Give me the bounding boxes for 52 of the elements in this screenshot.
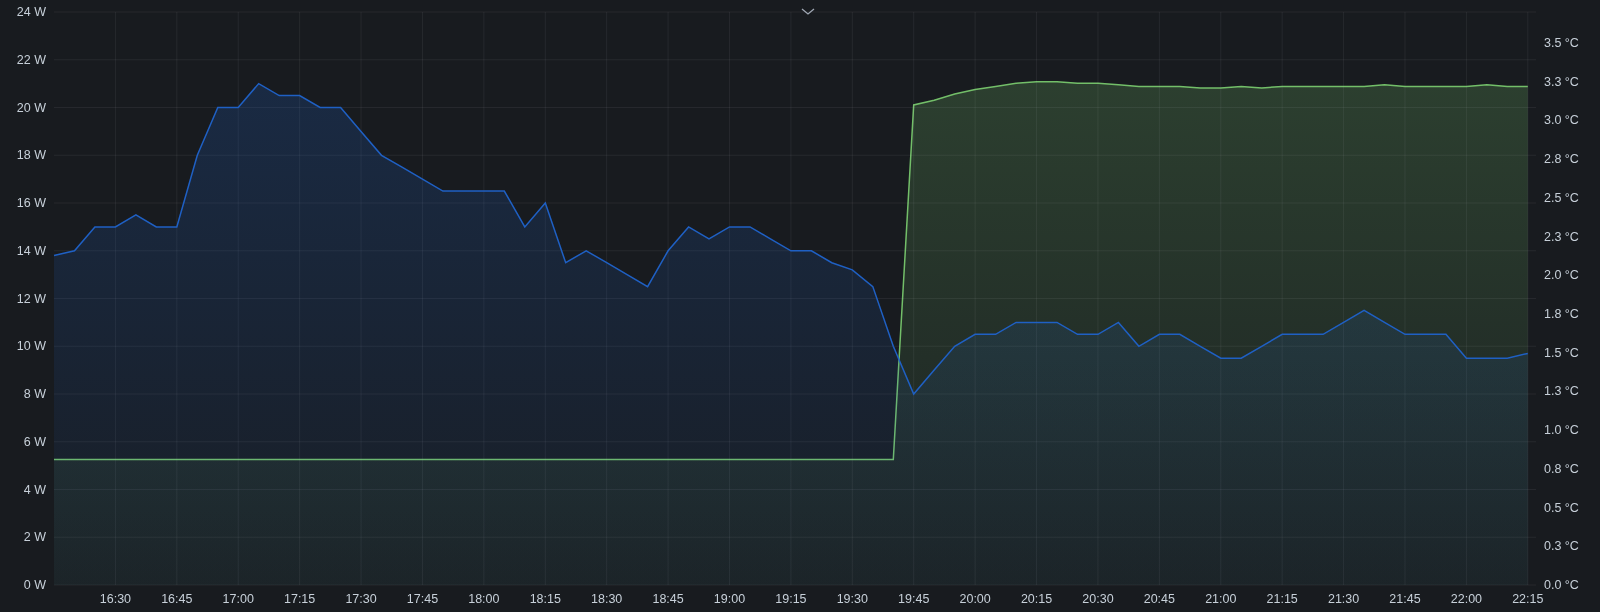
axis-tick-label: 17:00 xyxy=(222,592,254,606)
axis-tick-label: 16 W xyxy=(16,196,46,210)
axis-tick-label: 1.5 °C xyxy=(1544,345,1579,360)
axis-tick-label: 2.0 °C xyxy=(1544,268,1579,283)
axis-tick-label: 1.3 °C xyxy=(1544,384,1579,399)
axis-tick-label: 22 W xyxy=(16,52,46,67)
axis-tick-label: 20:15 xyxy=(1020,592,1053,606)
axis-tick-label: 19:00 xyxy=(713,592,746,606)
axis-tick-label: 3.5 °C xyxy=(1544,36,1579,50)
axis-tick-label: 24 W xyxy=(16,5,46,19)
axis-tick-label: 17:30 xyxy=(345,592,377,606)
axis-tick-label: 2 W xyxy=(23,530,46,545)
axis-tick-label: 18:00 xyxy=(468,592,500,606)
axis-tick-label: 19:45 xyxy=(898,592,930,606)
axis-tick-label: 17:15 xyxy=(284,592,316,606)
axis-tick-label: 21:45 xyxy=(1389,592,1421,606)
axis-tick-label: 2.8 °C xyxy=(1544,152,1579,167)
axis-tick-label: 20:00 xyxy=(959,592,991,606)
axis-tick-label: 18 W xyxy=(16,148,46,163)
axis-tick-label: 8 W xyxy=(23,387,46,401)
axis-tick-label: 20:30 xyxy=(1082,592,1114,606)
axis-tick-label: 21:00 xyxy=(1205,592,1237,606)
axis-tick-label: 16:45 xyxy=(161,592,193,606)
axis-tick-label: 18:30 xyxy=(591,592,623,606)
axis-tick-label: 4 W xyxy=(23,482,46,497)
axis-tick-label: 0 W xyxy=(23,578,46,592)
axis-tick-label: 14 W xyxy=(16,243,46,258)
axis-tick-label: 22:00 xyxy=(1450,592,1483,606)
axis-tick-label: 3.0 °C xyxy=(1544,113,1579,128)
axis-tick-label: 17:45 xyxy=(406,592,439,606)
axis-tick-label: 0.8 °C xyxy=(1544,461,1579,476)
axis-tick-label: 3.3 °C xyxy=(1544,74,1579,89)
axis-tick-label: 18:15 xyxy=(529,592,561,606)
axis-tick-label: 20:45 xyxy=(1143,592,1175,606)
axis-tick-label: 19:15 xyxy=(775,592,807,606)
axis-tick-label: 1.0 °C xyxy=(1544,423,1579,438)
axis-tick-label: 0.5 °C xyxy=(1544,500,1579,515)
axis-tick-label: 6 W xyxy=(23,434,46,449)
axis-tick-label: 2.5 °C xyxy=(1544,190,1579,205)
axis-tick-label: 0.3 °C xyxy=(1544,539,1579,554)
axis-tick-label: 21:30 xyxy=(1327,592,1360,606)
axis-tick-label: 20 W xyxy=(16,100,46,115)
axis-tick-label: 16:30 xyxy=(99,592,132,606)
axis-tick-label: 10 W xyxy=(16,339,46,354)
axis-tick-label: 1.8 °C xyxy=(1544,307,1579,321)
axis-tick-label: 21:15 xyxy=(1266,592,1298,606)
axis-tick-label: 2.3 °C xyxy=(1544,229,1579,244)
axis-tick-label: 12 W xyxy=(16,291,46,306)
axis-tick-label: 19:30 xyxy=(836,592,868,606)
axis-tick-label: 0.0 °C xyxy=(1544,578,1579,592)
axis-tick-label: 22:15 xyxy=(1512,592,1544,606)
axis-tick-label: 18:45 xyxy=(652,592,684,606)
